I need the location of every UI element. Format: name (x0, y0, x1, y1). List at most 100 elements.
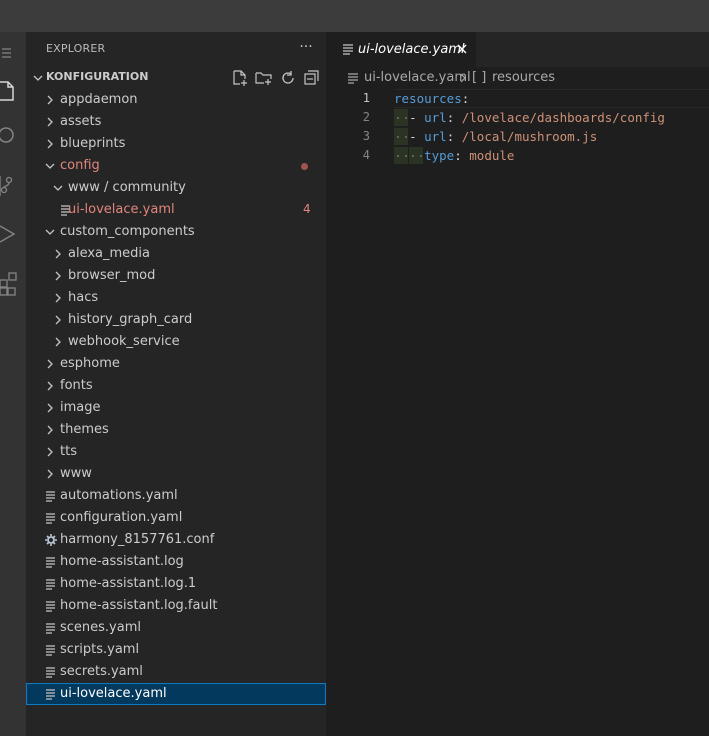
tree-item-label: hacs (68, 290, 99, 305)
tree-file[interactable]: scenes.yaml (26, 617, 326, 639)
tree-file[interactable]: home-assistant.log (26, 551, 326, 573)
file-lines-icon (45, 664, 57, 680)
chevron-right-icon (52, 268, 64, 284)
tree-item-label: home-assistant.log (60, 554, 184, 569)
tree-folder[interactable]: hacs (26, 287, 326, 309)
code-line: resources: (394, 91, 470, 106)
new-folder-icon[interactable] (255, 69, 273, 87)
chevron-right-icon (52, 290, 64, 306)
tree-item-label: home-assistant.log.fault (60, 598, 218, 613)
tree-item-label: www (60, 466, 92, 481)
tree-item-label: config (60, 158, 100, 173)
tree-item-label: webhook_service (68, 334, 180, 349)
tree-folder[interactable]: www / community (26, 177, 326, 199)
file-lines-icon (348, 72, 358, 84)
tree-file[interactable]: ui-lovelace.yaml (26, 683, 326, 705)
menu-icon[interactable] (0, 42, 18, 64)
folder-section-header[interactable]: KONFIGURATION (26, 67, 326, 89)
code-editor[interactable]: 1 2 3 4 resources: - url: /lovelace/dashboa… (326, 89, 709, 736)
ellipsis-icon[interactable]: ··· (296, 38, 316, 56)
refresh-icon[interactable] (279, 69, 297, 87)
line-number: 3 (362, 129, 370, 143)
line-number: 2 (362, 110, 370, 124)
tree-folder[interactable]: image (26, 397, 326, 419)
chevron-right-icon (44, 444, 56, 460)
file-lines-icon (45, 620, 57, 636)
breadcrumb-symbol[interactable]: resources (492, 70, 555, 85)
tree-file[interactable]: configuration.yaml (26, 507, 326, 529)
tree-folder[interactable]: assets (26, 111, 326, 133)
tree-folder[interactable]: history_graph_card (26, 309, 326, 331)
tree-folder[interactable]: appdaemon (26, 89, 326, 111)
extensions-icon[interactable] (0, 270, 18, 296)
code-line: - url: /lovelace/dashboards/config (409, 110, 665, 125)
tree-file[interactable]: ui-lovelace.yaml 4 (26, 199, 326, 221)
file-lines-icon (45, 554, 57, 570)
collapse-all-icon[interactable] (303, 69, 321, 87)
tree-item-label: themes (60, 422, 109, 437)
tree-file[interactable]: scripts.yaml (26, 639, 326, 661)
tree-item-label: home-assistant.log.1 (60, 576, 197, 591)
file-lines-icon (45, 488, 57, 504)
tree-file[interactable]: home-assistant.log.1 (26, 573, 326, 595)
tree-item-label: custom_components (60, 224, 195, 239)
chevron-right-icon (44, 92, 56, 108)
chevron-right-icon (52, 334, 64, 350)
chevron-right-icon (52, 312, 64, 328)
tree-folder[interactable]: esphome (26, 353, 326, 375)
tree-folder[interactable]: custom_components (26, 221, 326, 243)
run-debug-icon[interactable] (0, 222, 18, 244)
file-lines-icon (45, 598, 57, 614)
line-number: 1 (362, 91, 370, 105)
tree-item-label: scripts.yaml (60, 642, 140, 657)
tree-item-label: ui-lovelace.yaml (60, 686, 167, 701)
chevron-right-icon (44, 356, 56, 372)
tree-file[interactable]: automations.yaml (26, 485, 326, 507)
title-bar (0, 0, 709, 32)
tree-file[interactable]: home-assistant.log.fault (26, 595, 326, 617)
tree-folder[interactable]: browser_mod (26, 265, 326, 287)
tree-item-label: history_graph_card (68, 312, 193, 327)
chevron-right-icon (44, 378, 56, 394)
tree-folder[interactable]: blueprints (26, 133, 326, 155)
tree-folder[interactable]: alexa_media (26, 243, 326, 265)
tree-item-label: alexa_media (68, 246, 150, 261)
tree-folder[interactable]: www (26, 463, 326, 485)
tab-label: ui-lovelace.yaml (358, 42, 465, 57)
chevron-down-icon (44, 224, 56, 240)
files-icon[interactable] (0, 78, 18, 101)
close-icon[interactable] (454, 41, 470, 57)
tree-item-label: configuration.yaml (60, 510, 183, 525)
tree-file[interactable]: harmony_8157761.conf (26, 529, 326, 551)
breadcrumb-file[interactable]: ui-lovelace.yaml (364, 70, 471, 85)
tree-item-label: harmony_8157761.conf (60, 532, 215, 547)
new-file-icon[interactable] (231, 69, 249, 87)
tree-folder[interactable]: themes (26, 419, 326, 441)
search-icon[interactable] (0, 124, 18, 146)
chevron-down-icon (30, 69, 46, 87)
tree-folder[interactable]: webhook_service (26, 331, 326, 353)
chevron-right-icon (52, 246, 64, 262)
breadcrumb: ui-lovelace.yaml [ ] resources (326, 67, 709, 89)
chevron-right-icon (458, 72, 468, 84)
file-lines-icon (45, 642, 57, 658)
chevron-right-icon (44, 466, 56, 482)
source-control-icon[interactable] (0, 174, 18, 196)
problem-count-badge: 4 (303, 202, 311, 216)
gear-icon (45, 532, 57, 548)
tree-folder[interactable]: tts (26, 441, 326, 463)
file-lines-icon (45, 686, 57, 702)
tab-ui-lovelace[interactable]: ui-lovelace.yaml (326, 32, 476, 67)
file-lines-icon (45, 510, 57, 526)
tree-folder[interactable]: config (26, 155, 326, 177)
tree-file[interactable]: secrets.yaml (26, 661, 326, 683)
chevron-down-icon (52, 180, 64, 196)
code-line: - url: /local/mushroom.js (409, 129, 598, 144)
tree-item-label: secrets.yaml (60, 664, 143, 679)
tree-item-label: www / community (68, 180, 186, 195)
tree-item-label: assets (60, 114, 102, 129)
tree-item-label: fonts (60, 378, 93, 393)
tree-folder[interactable]: fonts (26, 375, 326, 397)
activity-bar (0, 32, 26, 736)
editor-tab-bar: ui-lovelace.yaml (326, 32, 709, 67)
